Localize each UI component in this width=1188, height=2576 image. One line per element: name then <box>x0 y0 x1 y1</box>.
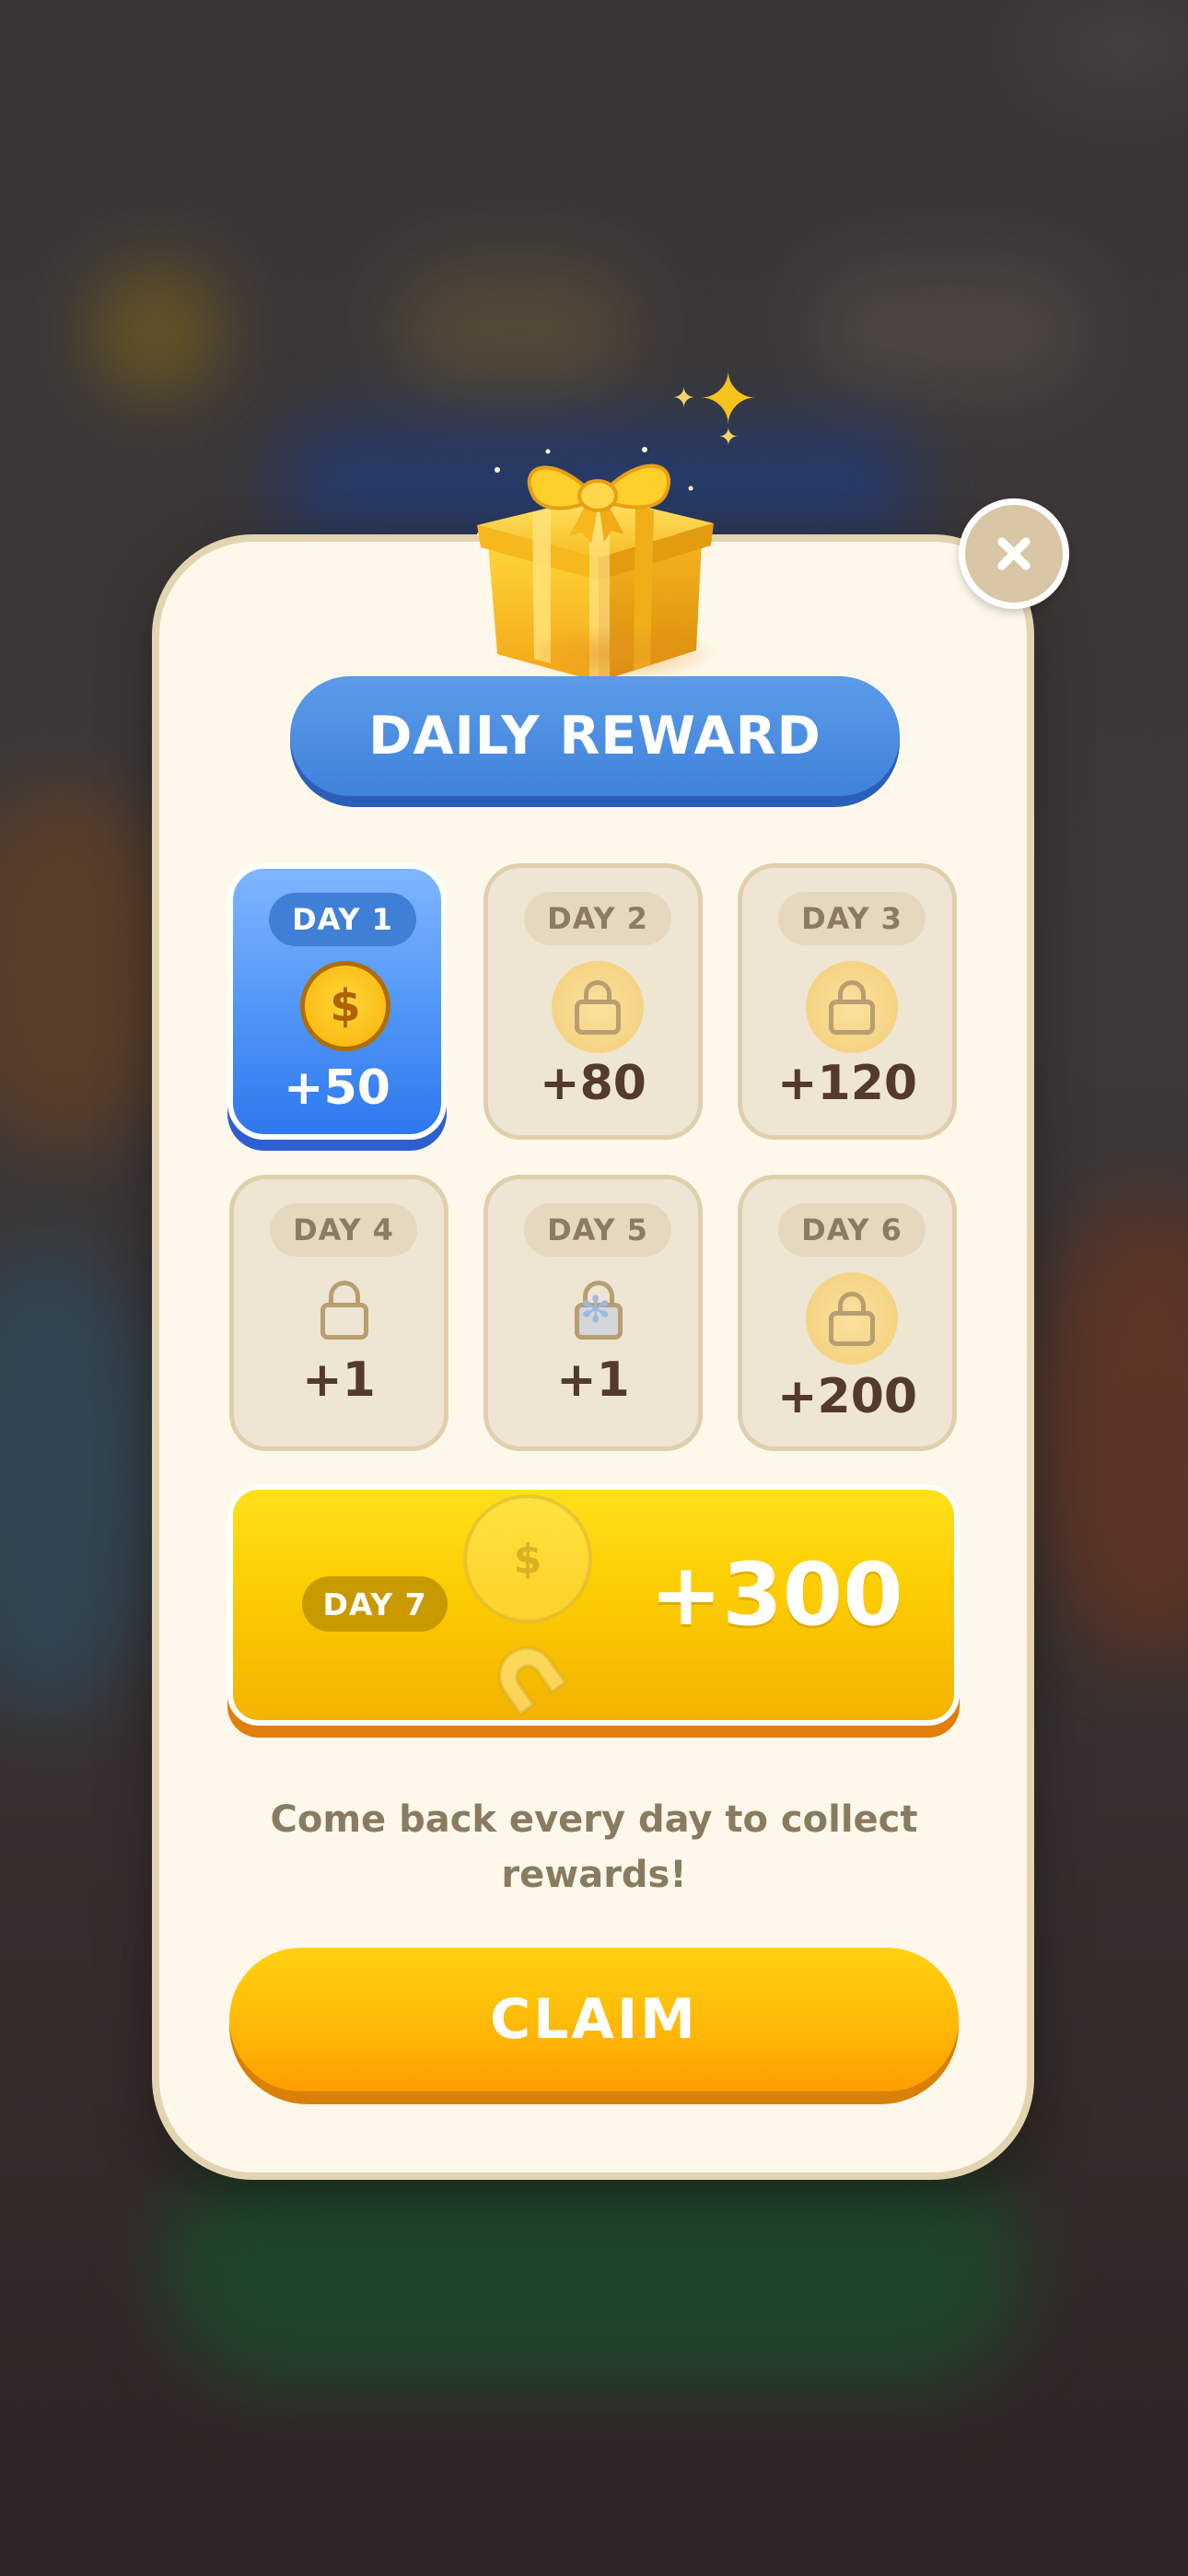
gift-box-icon <box>460 433 728 691</box>
day-label: DAY 4 <box>270 1203 417 1257</box>
lock-shackle <box>329 1281 360 1305</box>
day-7-panel: DAY 7 $ +300 <box>227 1484 960 1726</box>
day-card-7: DAY 7 $ +300 <box>227 1484 960 1738</box>
title-banner: DAILY REWARD <box>290 676 900 807</box>
reward-amount: +300 <box>649 1545 903 1645</box>
background-blur-shape <box>396 267 635 396</box>
reward-amount: +200 <box>776 1369 918 1424</box>
lock-body <box>575 1000 621 1035</box>
lock-icon <box>319 1281 370 1345</box>
gift-glow <box>516 626 718 682</box>
page-title: DAILY REWARD <box>290 676 900 796</box>
day-label: DAY 6 <box>778 1203 926 1257</box>
lock-icon: ✻ <box>571 1281 626 1345</box>
background-blur-shape <box>1031 1198 1188 1658</box>
lock-icon <box>806 1272 898 1364</box>
day-label: DAY 7 <box>302 1576 448 1632</box>
claim-button[interactable]: CLAIM <box>229 1948 959 2104</box>
background-blur-shape <box>92 267 221 396</box>
day-card-6: DAY 6 +200 <box>738 1175 957 1451</box>
coin-icon: $ <box>300 961 390 1051</box>
day-label: DAY 5 <box>524 1203 671 1257</box>
day-card-5: DAY 5 ✻ +1 <box>483 1175 703 1451</box>
close-button[interactable] <box>959 498 1069 609</box>
lock-body <box>829 1311 875 1346</box>
reward-amount: +80 <box>540 1056 646 1111</box>
coin-icon: $ <box>463 1494 592 1623</box>
sparkle-icon: ✦ <box>672 382 696 415</box>
day-card-3: DAY 3 +120 <box>738 863 957 1140</box>
reward-amount: +120 <box>776 1056 918 1111</box>
reward-amount: +50 <box>284 1060 390 1116</box>
lock-icon <box>552 961 644 1053</box>
background-blur-shape <box>810 267 1087 396</box>
lock-body <box>320 1303 368 1340</box>
day-card-4: DAY 4 +1 <box>229 1175 448 1451</box>
day-label: DAY 2 <box>524 892 671 945</box>
day-label: DAY 3 <box>778 892 926 945</box>
day-card-1[interactable]: DAY 1 $ +50 <box>227 863 447 1140</box>
day-label: DAY 1 <box>269 893 416 946</box>
lock-body <box>829 1000 875 1035</box>
background-blur-shape <box>0 1244 166 1723</box>
reward-amount: +1 <box>302 1352 376 1408</box>
background-blur-shape <box>166 2147 1022 2386</box>
snowflake-icon: ✻ <box>580 1289 611 1331</box>
magnet-icon <box>497 1645 568 1717</box>
reward-amount: +1 <box>556 1352 630 1408</box>
background-blur-shape <box>1031 0 1188 92</box>
lock-icon <box>806 961 898 1053</box>
claim-button-label: CLAIM <box>229 1948 959 2091</box>
footer-message: Come back every day to collect rewards! <box>270 1798 918 1896</box>
day-card-2: DAY 2 +80 <box>483 863 703 1140</box>
